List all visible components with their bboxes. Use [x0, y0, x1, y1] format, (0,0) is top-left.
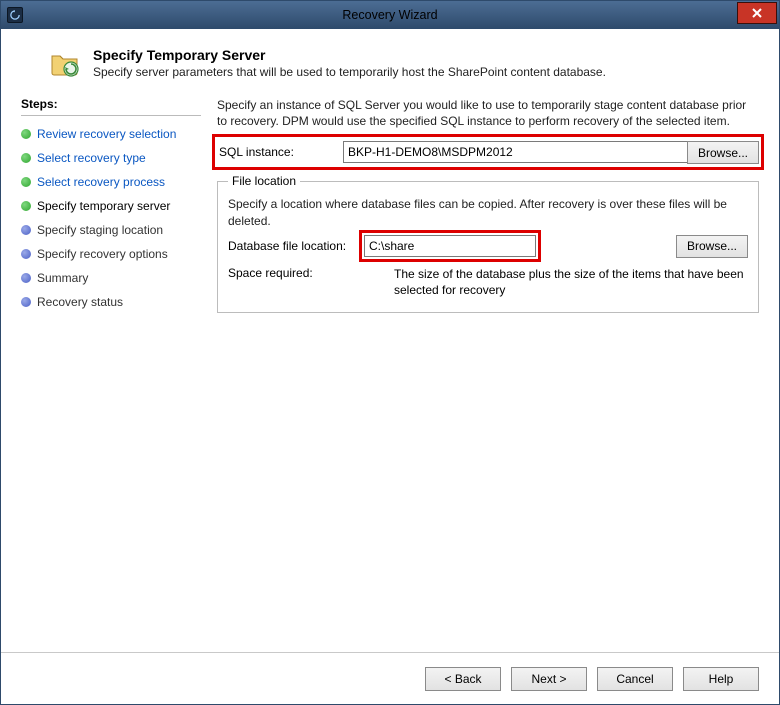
step-label: Recovery status: [37, 295, 123, 309]
cancel-button[interactable]: Cancel: [597, 667, 673, 691]
space-required-label: Space required:: [228, 266, 358, 298]
content-area: Specify Temporary Server Specify server …: [1, 29, 779, 652]
step-specify-recovery-options: Specify recovery options: [21, 242, 201, 266]
file-location-group: File location Specify a location where d…: [217, 174, 759, 313]
page-subtitle: Specify server parameters that will be u…: [93, 65, 606, 79]
help-button[interactable]: Help: [683, 667, 759, 691]
page-title: Specify Temporary Server: [93, 47, 606, 63]
bullet-current-icon: [21, 201, 31, 211]
close-button[interactable]: [737, 2, 777, 24]
window-title: Recovery Wizard: [1, 8, 779, 22]
bullet-done-icon: [21, 153, 31, 163]
page-header: Specify Temporary Server Specify server …: [49, 47, 759, 79]
folder-restore-icon: [49, 47, 81, 79]
space-required-value: The size of the database plus the size o…: [366, 266, 748, 298]
bullet-pending-icon: [21, 249, 31, 259]
next-button[interactable]: Next >: [511, 667, 587, 691]
back-button[interactable]: < Back: [425, 667, 501, 691]
wizard-footer: < Back Next > Cancel Help: [1, 652, 779, 704]
file-location-legend: File location: [228, 174, 300, 188]
file-location-instruction: Specify a location where database files …: [228, 196, 748, 228]
main-panel: Specify an instance of SQL Server you wo…: [201, 97, 759, 642]
step-label: Select recovery process: [37, 175, 165, 189]
db-file-location-input[interactable]: [364, 235, 536, 257]
db-file-location-row: Database file location: Browse...: [228, 235, 748, 258]
step-label: Review recovery selection: [37, 127, 176, 141]
bullet-done-icon: [21, 177, 31, 187]
close-icon: [751, 7, 763, 19]
titlebar: Recovery Wizard: [1, 1, 779, 29]
step-label: Specify temporary server: [37, 199, 170, 213]
steps-sidebar: Steps: Review recovery selection Select …: [21, 97, 201, 642]
step-label: Specify recovery options: [37, 247, 168, 261]
bullet-pending-icon: [21, 225, 31, 235]
main-instruction: Specify an instance of SQL Server you wo…: [217, 97, 759, 129]
bullet-pending-icon: [21, 273, 31, 283]
step-specify-staging-location: Specify staging location: [21, 218, 201, 242]
db-file-location-label: Database file location:: [228, 239, 358, 253]
wizard-window: Recovery Wizard Specify Temporary Server…: [0, 0, 780, 705]
step-specify-temporary-server: Specify temporary server: [21, 194, 201, 218]
step-review-recovery-selection[interactable]: Review recovery selection: [21, 122, 201, 146]
sql-instance-label: SQL instance:: [219, 145, 337, 159]
step-summary: Summary: [21, 266, 201, 290]
browse-sql-button[interactable]: Browse...: [687, 141, 759, 164]
space-required-row: Space required: The size of the database…: [228, 266, 748, 298]
step-select-recovery-process[interactable]: Select recovery process: [21, 170, 201, 194]
steps-heading: Steps:: [21, 97, 201, 116]
app-icon: [7, 7, 23, 23]
step-label: Select recovery type: [37, 151, 146, 165]
step-select-recovery-type[interactable]: Select recovery type: [21, 146, 201, 170]
step-label: Summary: [37, 271, 88, 285]
step-recovery-status: Recovery status: [21, 290, 201, 314]
bullet-done-icon: [21, 129, 31, 139]
bullet-pending-icon: [21, 297, 31, 307]
browse-location-button[interactable]: Browse...: [676, 235, 748, 258]
step-label: Specify staging location: [37, 223, 163, 237]
